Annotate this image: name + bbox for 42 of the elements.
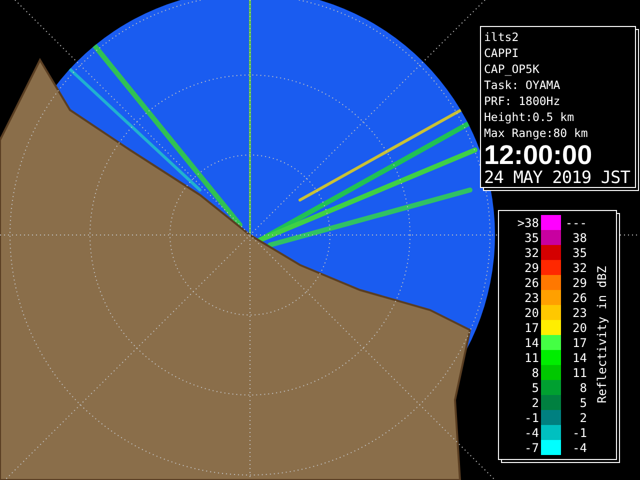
legend-label: 32 — [524, 246, 540, 260]
legend-label: 38 — [572, 230, 587, 244]
legend-label: 29 — [572, 276, 587, 290]
legend-label: -1 — [572, 426, 587, 440]
legend-label: 17 — [524, 320, 540, 334]
legend-label: 8 — [530, 366, 540, 380]
info-text: Task: OYAMA — [484, 77, 562, 93]
legend-label: >38 — [516, 216, 540, 230]
legend-label: 32 — [572, 260, 587, 274]
legend-label: 23 — [524, 290, 540, 304]
info-text: CAPPI — [484, 45, 520, 61]
legend-label: 5 — [530, 380, 540, 394]
legend-label: --- — [564, 216, 587, 230]
legend-label: 8 — [578, 380, 587, 394]
legend-label: 17 — [572, 336, 587, 350]
legend-label: 11 — [524, 350, 540, 364]
legend-label: -7 — [524, 440, 540, 454]
legend-label: 2 — [530, 396, 540, 410]
legend-label: -4 — [524, 426, 540, 440]
legend-label: 5 — [578, 396, 587, 410]
legend-label: 14 — [572, 350, 587, 364]
legend-title: Reflectivity in dBZ — [595, 266, 609, 404]
info-text: PRF: 1800Hz — [484, 93, 562, 109]
legend-label: 2 — [578, 410, 587, 424]
legend-label: 20 — [524, 306, 540, 320]
legend-label: -4 — [572, 440, 587, 454]
legend-label: 35 — [524, 230, 540, 244]
info-text: Height:0.5 km — [484, 109, 576, 125]
legend-label: 26 — [524, 276, 540, 290]
date-text: 24 MAY 2019 JST — [484, 169, 632, 188]
time-text: 12:00:00 — [484, 141, 594, 169]
legend-label: 29 — [524, 260, 540, 274]
legend-label: 23 — [572, 306, 587, 320]
legend-label: 35 — [572, 246, 587, 260]
legend-label: 11 — [572, 366, 587, 380]
legend-label: 20 — [572, 320, 587, 334]
info-text: CAP_OP5K — [484, 61, 540, 77]
legend-label: 26 — [572, 290, 587, 304]
legend-label: -1 — [524, 410, 540, 424]
legend-label: 14 — [524, 336, 540, 350]
info-text: ilts2 — [484, 29, 520, 45]
info-text: Max Range:80 km — [484, 125, 589, 141]
